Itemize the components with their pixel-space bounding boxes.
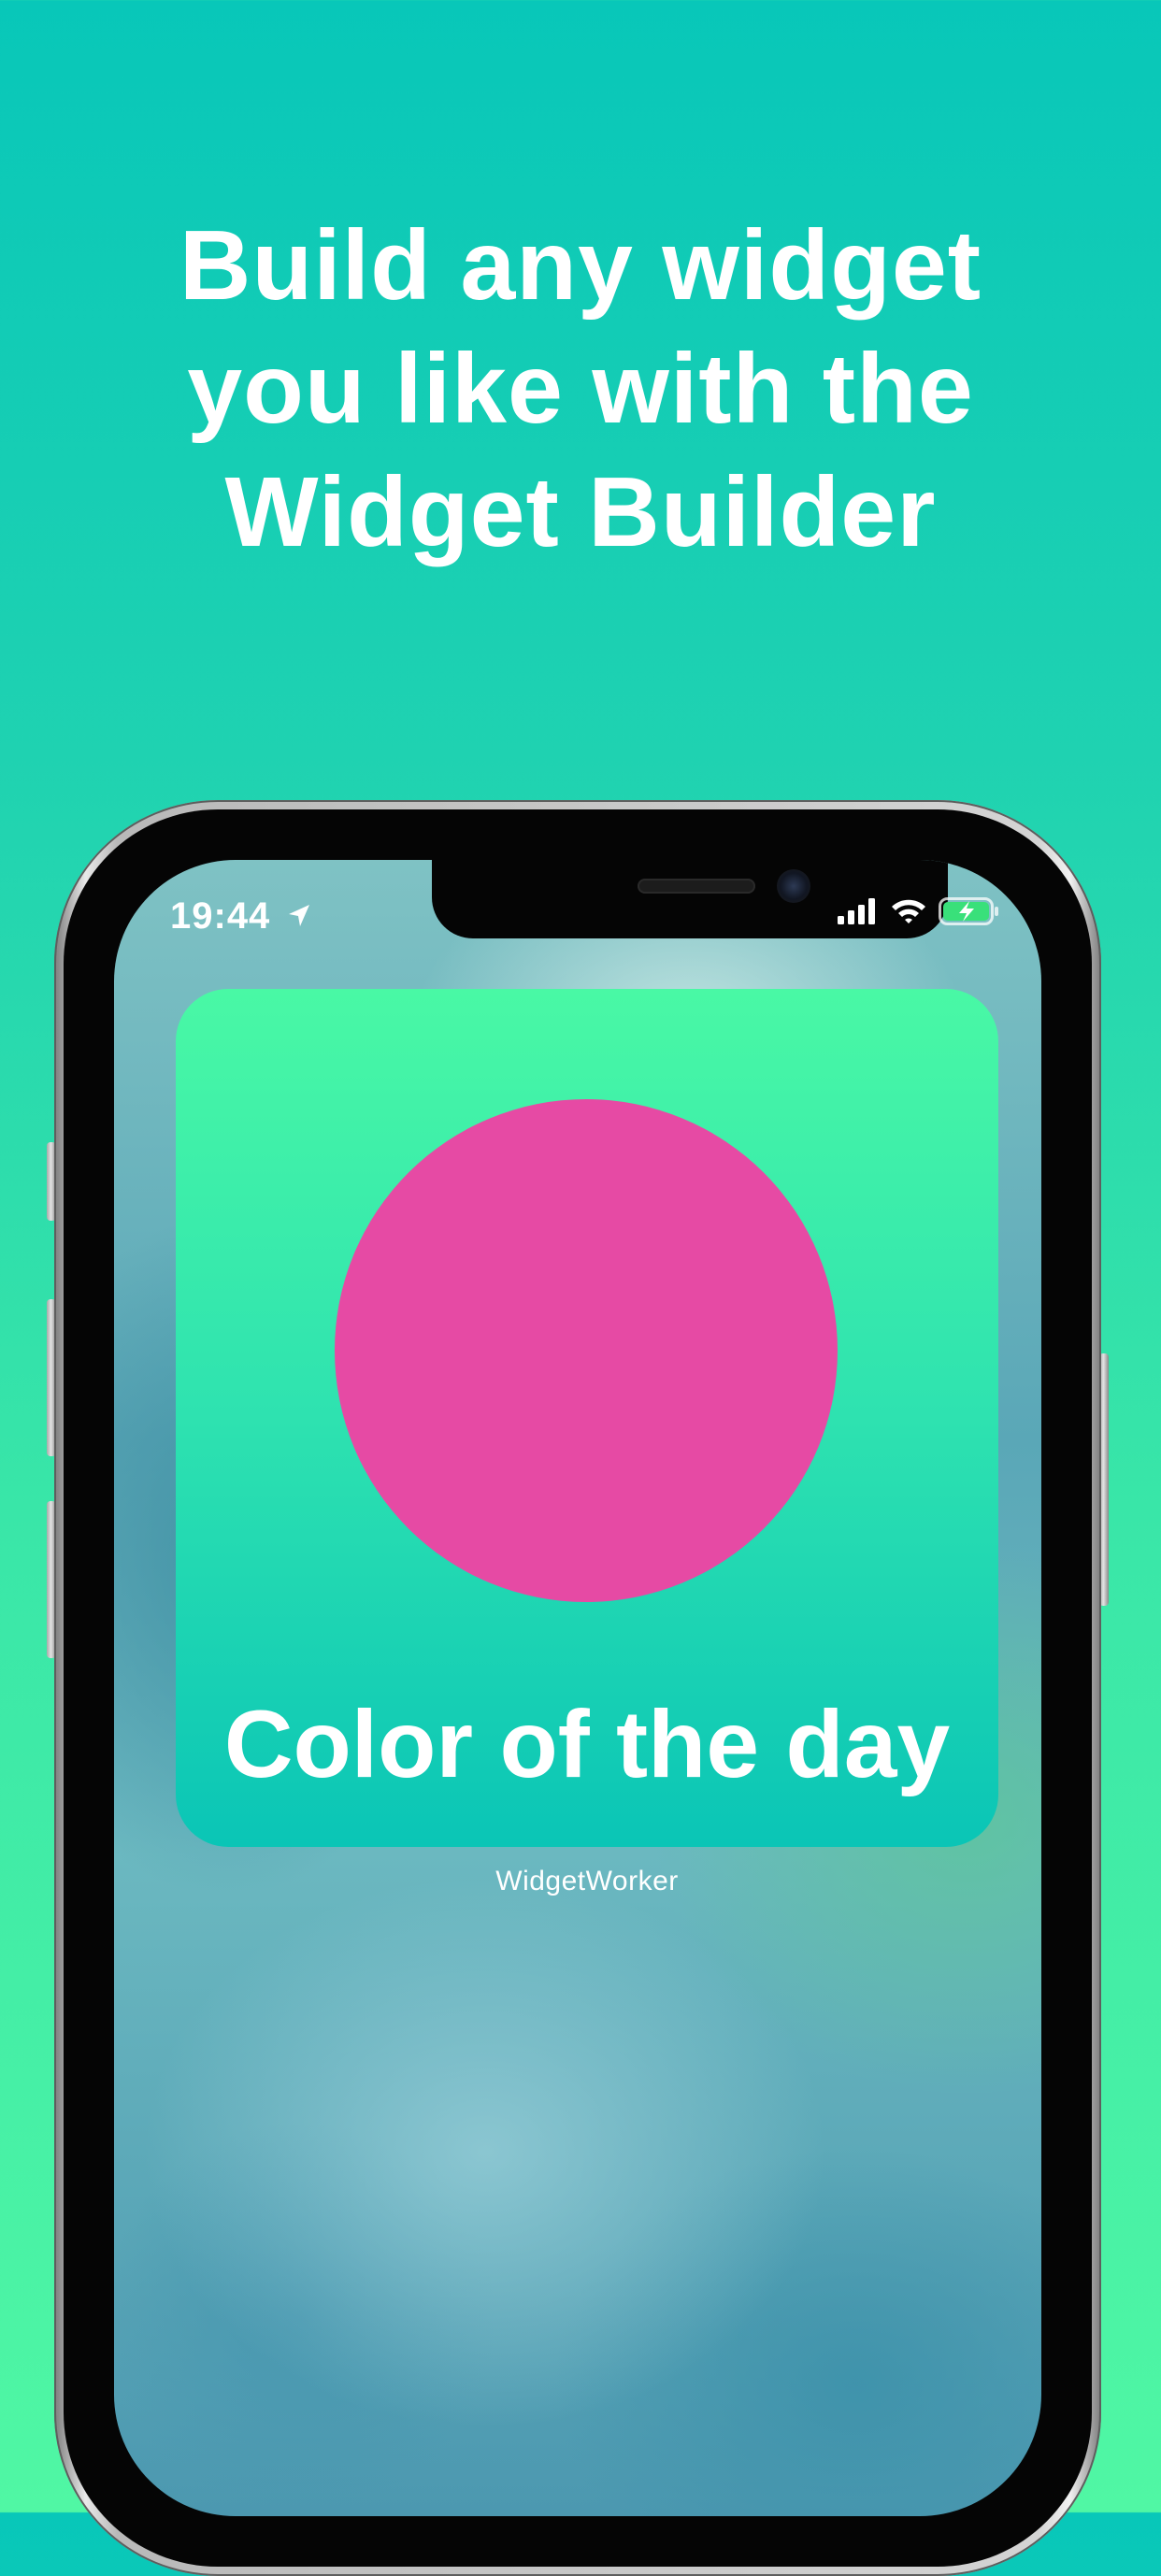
headline-line: Build any widget [179,210,982,321]
home-screen: 19:44 Color of the day WidgetWorker [114,860,1041,2516]
phone-bezel: 19:44 Color of the day WidgetWorker [64,809,1092,2567]
headline-line: you like with the [187,334,974,444]
widget-app-name: WidgetWorker [495,1866,679,1896]
headline-line: Widget Builder [224,457,937,567]
speaker-grille [638,879,755,894]
phone-frame: 19:44 Color of the day WidgetWorker [54,800,1101,2576]
status-time: 19:44 [170,895,313,937]
color-swatch-circle [335,1099,838,1602]
battery-charging-icon [939,897,998,925]
headline: Build any widget you like with the Widge… [0,204,1161,574]
cellular-signal-icon [838,898,875,924]
widget-title: Color of the day [223,1691,951,1797]
wifi-icon [892,899,925,923]
status-time-text: 19:44 [170,895,271,937]
color-of-the-day-widget[interactable]: Color of the day [176,989,998,1847]
front-camera-icon [777,869,810,903]
location-arrow-icon [289,905,310,926]
status-icons [838,897,1000,925]
